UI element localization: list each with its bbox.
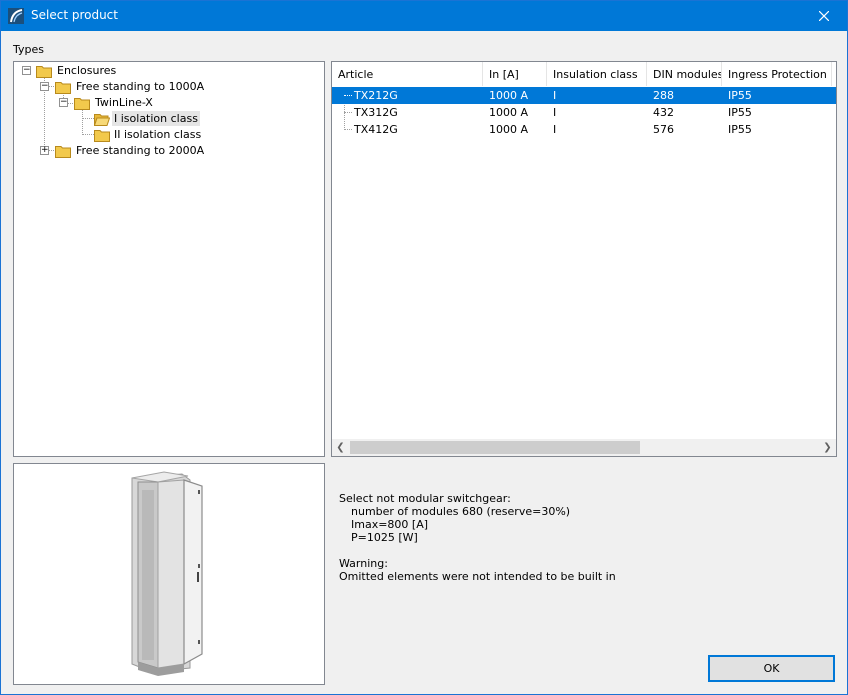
tree-node-twinline-x[interactable]: − TwinLine-X [14,95,324,111]
cell-din: 576 [653,123,674,136]
cell-ip: IP55 [728,89,752,102]
column-header-in[interactable]: In [A] [483,62,547,86]
cell-ip: IP55 [728,123,752,136]
tree-label: Free standing to 1000A [76,80,205,93]
table-row[interactable]: TX412G 1000 A I 576 IP55 [332,121,836,138]
table-row[interactable]: TX212G 1000 A I 288 IP55 [332,87,836,104]
cell-insulation: I [553,89,557,102]
horizontal-scrollbar[interactable]: ❮ ❯ [332,439,836,456]
folder-icon [94,130,110,142]
info-heading: Select not modular switchgear: [339,492,511,505]
chevron-right-icon[interactable]: ❯ [819,439,836,456]
scrollbar-thumb[interactable] [350,441,640,454]
table-row[interactable]: TX312G 1000 A I 432 IP55 [332,104,836,121]
list-connector [344,129,352,130]
tree-node-free-standing-2000a[interactable]: + Free standing to 2000A [14,143,324,159]
dialog-window: Select product Types − Enclosures − Free… [0,0,848,695]
column-header-din[interactable]: DIN modules [647,62,722,86]
list-header: Article In [A] Insulation class DIN modu… [332,62,836,86]
tree-node-enclosures[interactable]: − Enclosures [14,63,324,79]
tree-label: Free standing to 2000A [76,144,205,157]
column-header-ip[interactable]: Ingress Protection [722,62,832,86]
tree-label: Enclosures [57,64,117,77]
types-label: Types [13,43,44,56]
tree-label: I isolation class [112,111,200,126]
cell-in: 1000 A [489,123,529,136]
collapse-icon[interactable]: − [22,66,31,75]
list-connector [344,112,352,113]
cell-in: 1000 A [489,89,529,102]
ok-button[interactable]: OK [708,655,835,682]
folder-icon [74,98,90,110]
info-imax: Imax=800 [A] [351,518,429,531]
types-tree[interactable]: − Enclosures − Free standing to 1000A − … [13,61,325,457]
cell-insulation: I [553,106,557,119]
tree-node-free-standing-1000a[interactable]: − Free standing to 1000A [14,79,324,95]
warning-title: Warning: [339,557,388,570]
tree-label: TwinLine-X [95,96,153,109]
info-modules: number of modules 680 (reserve=30%) [351,505,571,518]
folder-open-icon [94,114,110,126]
tree-label: II isolation class [114,128,202,141]
close-button[interactable] [801,1,847,31]
cell-article: TX312G [354,106,398,119]
app-icon [8,8,24,24]
title-bar[interactable]: Select product [1,1,847,31]
folder-icon [55,146,71,158]
column-header-insulation[interactable]: Insulation class [547,62,647,86]
tree-node-i-isolation-class[interactable]: I isolation class [14,111,324,127]
product-image-panel [13,463,325,685]
tree-node-ii-isolation-class[interactable]: II isolation class [14,127,324,143]
list-connector [344,95,352,96]
cell-ip: IP55 [728,106,752,119]
expand-icon[interactable]: + [40,146,49,155]
cell-in: 1000 A [489,106,529,119]
cell-din: 288 [653,89,674,102]
chevron-left-icon[interactable]: ❮ [332,439,349,456]
selection-info: Select not modular switchgear: number of… [339,492,616,583]
collapse-icon[interactable]: − [59,98,68,107]
collapse-icon[interactable]: − [40,82,49,91]
cell-article: TX412G [354,123,398,136]
cell-insulation: I [553,123,557,136]
warning-text: Omitted elements were not intended to be… [339,570,616,583]
cell-article: TX212G [354,89,398,102]
folder-icon [55,82,71,94]
enclosure-image [131,471,203,676]
window-title: Select product [31,8,118,22]
folder-icon [36,66,52,78]
column-header-article[interactable]: Article [332,62,483,86]
info-power: P=1025 [W] [351,531,418,544]
close-icon [819,11,829,21]
cell-din: 432 [653,106,674,119]
product-list[interactable]: Article In [A] Insulation class DIN modu… [331,61,837,457]
